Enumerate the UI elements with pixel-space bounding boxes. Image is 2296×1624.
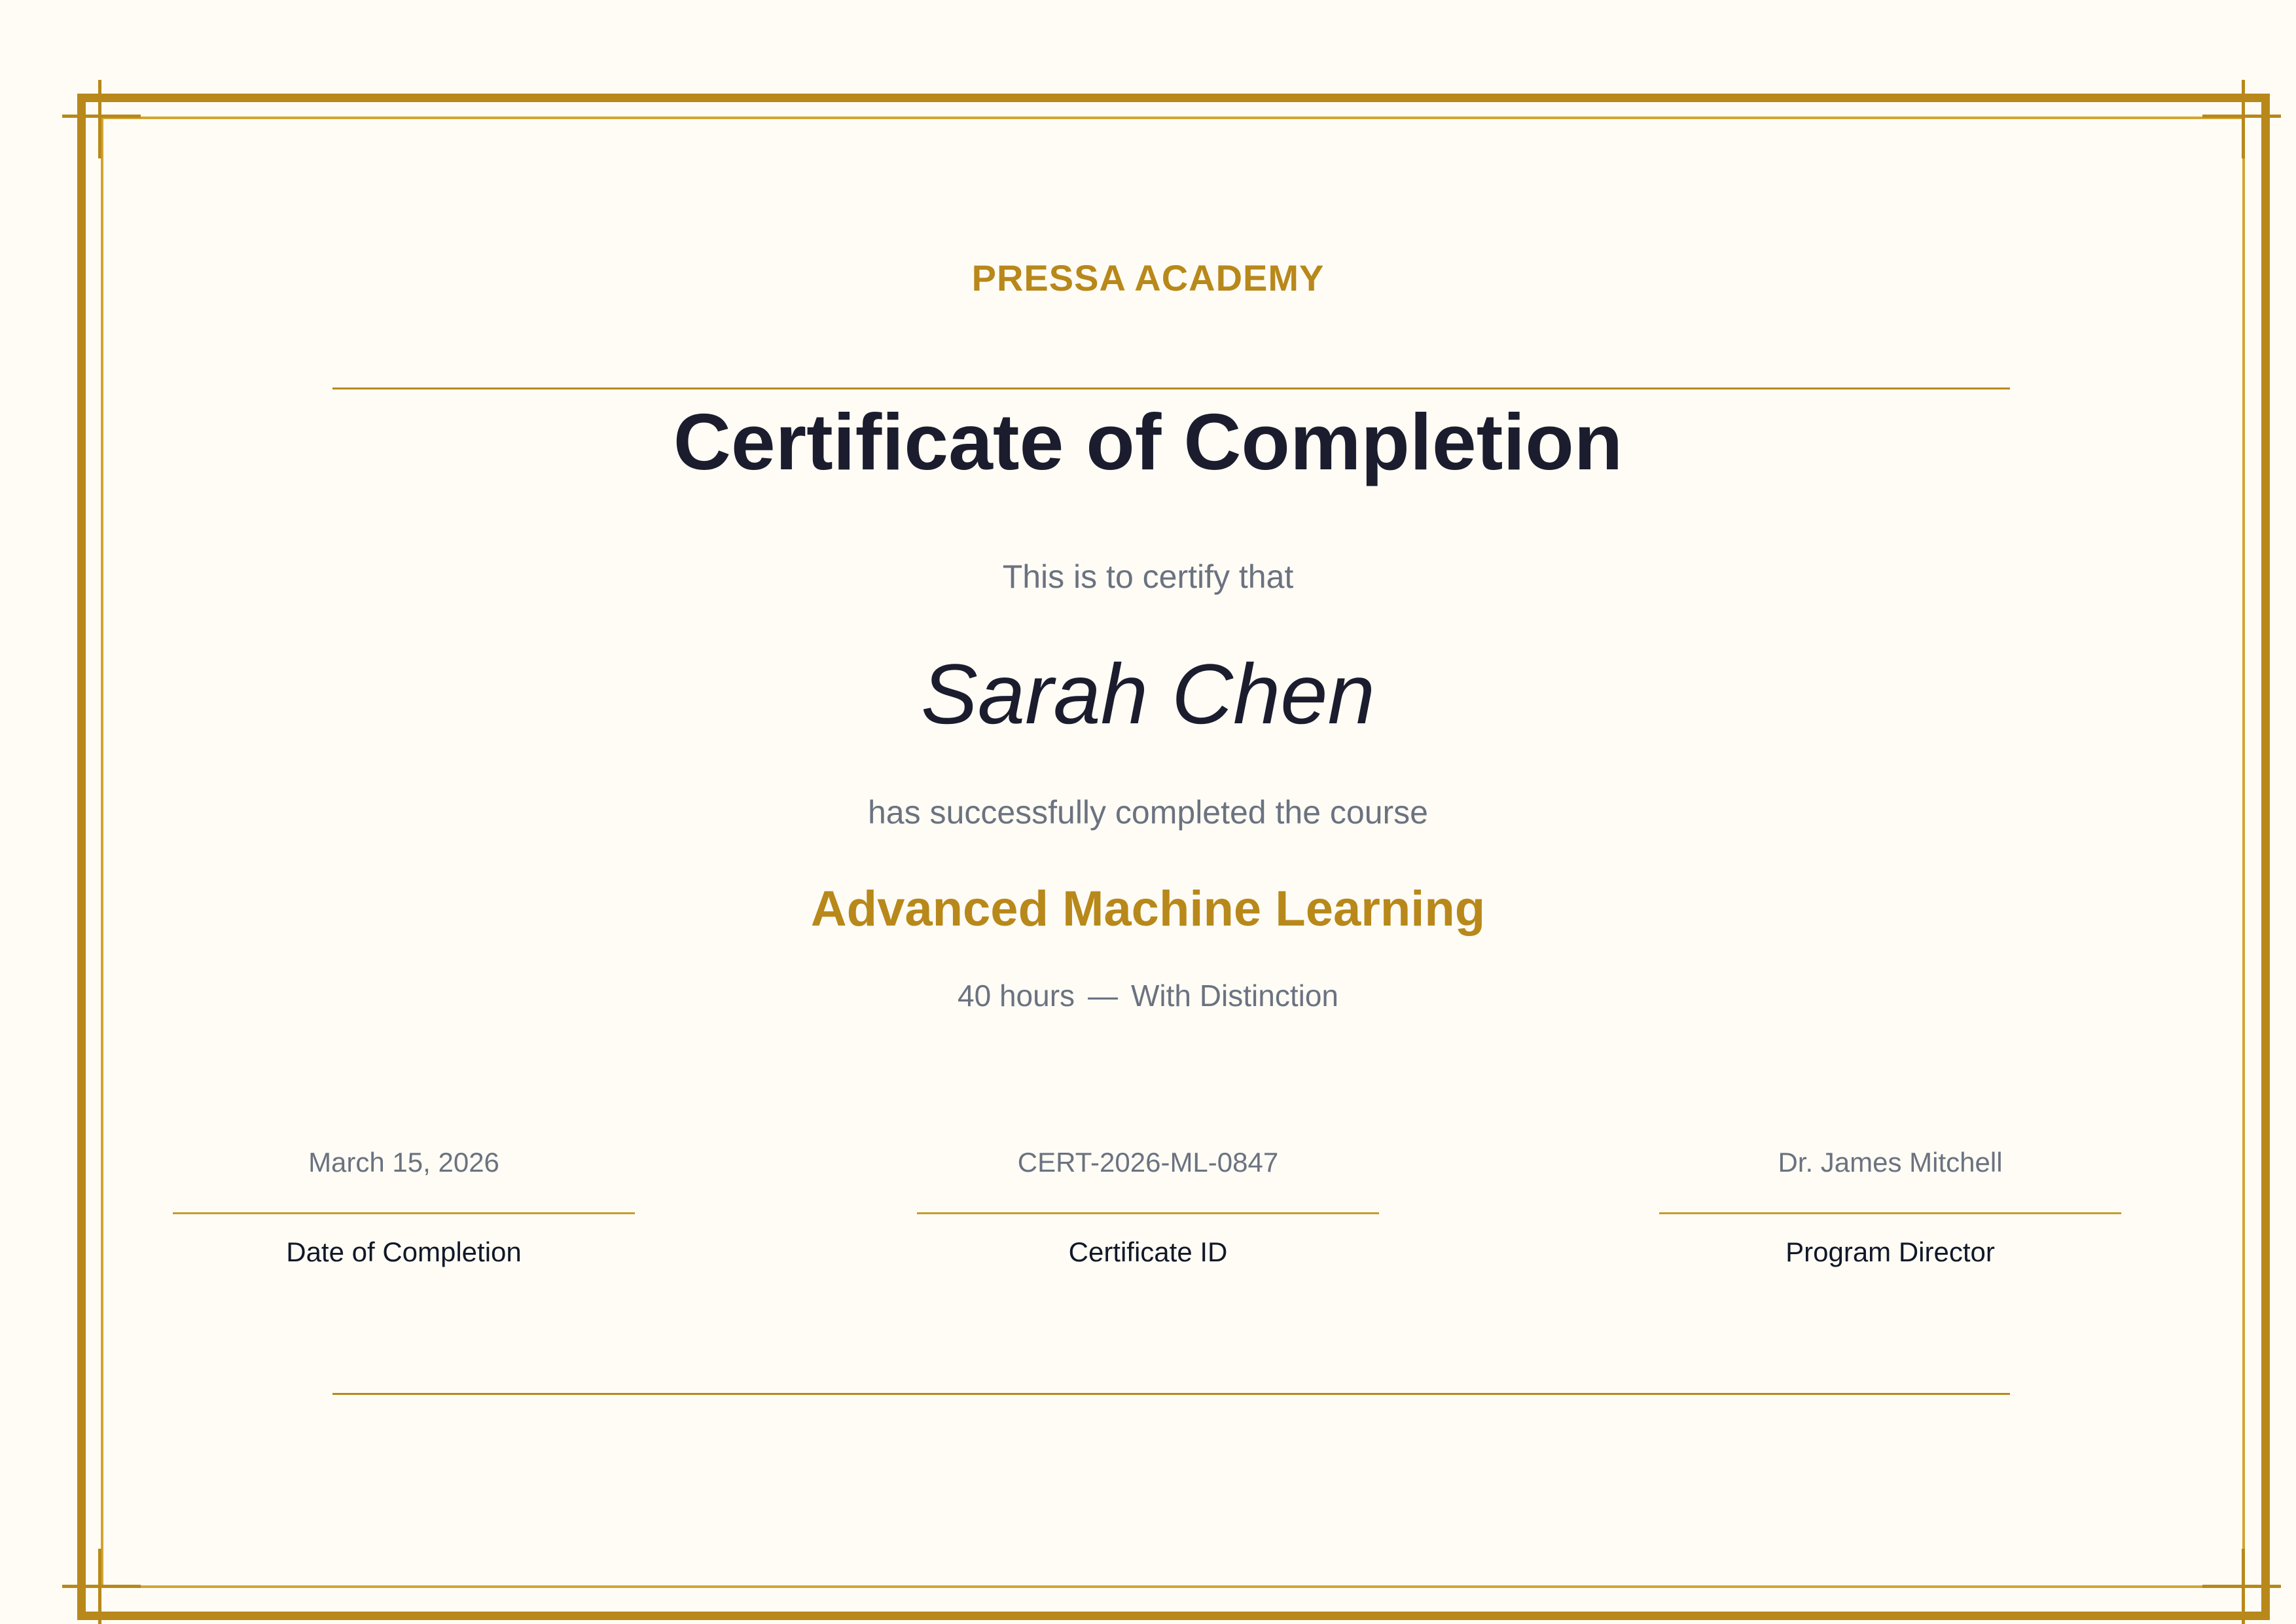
- academy-name: PRESSA ACADEMY: [971, 257, 1325, 298]
- details-separator: —: [1088, 979, 1119, 1013]
- certificate-id-block: CERT-2026-ML-0847 Certificate ID: [917, 1147, 1379, 1278]
- course-hours: 40 hours: [958, 979, 1075, 1013]
- date-signature-line: [173, 1212, 635, 1214]
- director-name-value: Dr. James Mitchell: [1778, 1147, 2003, 1178]
- certificate-page: PRESSA ACADEMY Certificate of Completion…: [0, 0, 2296, 1624]
- date-of-completion-block: March 15, 2026 Date of Completion: [173, 1147, 635, 1278]
- certificate-title: Certificate of Completion: [673, 397, 1623, 486]
- director-signature-line: [1659, 1212, 2121, 1214]
- course-details: 40 hours — With Distinction: [0, 978, 2296, 1013]
- certificate-id-label: Certificate ID: [1068, 1236, 1228, 1267]
- certificate-id-value: CERT-2026-ML-0847: [1017, 1147, 1279, 1178]
- bottom-divider: [332, 1393, 2010, 1395]
- certificate-id-line: [917, 1212, 1379, 1214]
- top-divider: [332, 388, 2010, 389]
- course-honor: With Distinction: [1131, 979, 1338, 1013]
- completion-date-label: Date of Completion: [286, 1236, 522, 1267]
- certify-intro-text: This is to certify that: [1002, 558, 1294, 595]
- inner-border: [101, 117, 2245, 1588]
- director-label: Program Director: [1785, 1236, 1995, 1267]
- program-director-block: Dr. James Mitchell Program Director: [1659, 1147, 2121, 1278]
- course-name: Advanced Machine Learning: [810, 881, 1486, 937]
- completion-date-value: March 15, 2026: [308, 1147, 499, 1178]
- completion-text: has successfully completed the course: [868, 794, 1428, 831]
- recipient-name: Sarah Chen: [921, 646, 1375, 742]
